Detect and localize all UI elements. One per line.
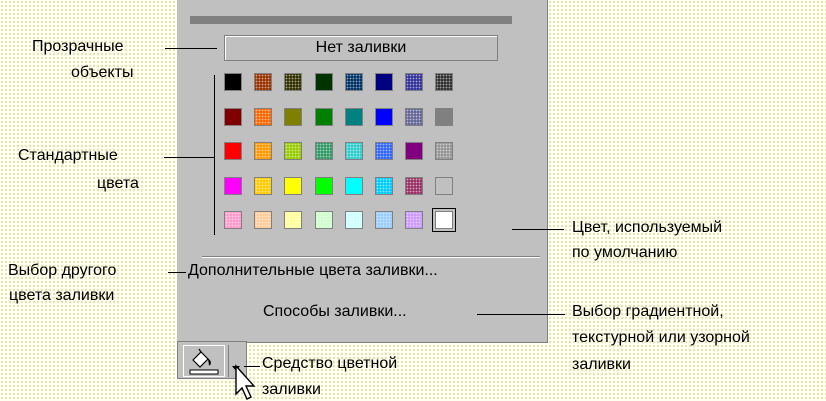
- color-swatch[interactable]: [405, 211, 423, 229]
- color-swatch[interactable]: [284, 142, 302, 160]
- standard-label-1: Стандартные: [18, 147, 118, 164]
- color-swatch[interactable]: [345, 142, 363, 160]
- color-swatch[interactable]: [284, 177, 302, 195]
- color-swatch[interactable]: [224, 177, 242, 195]
- standard-label-2: цвета: [97, 175, 139, 192]
- fill-effects-note-1: Выбор градиентной,: [572, 303, 724, 320]
- color-swatch[interactable]: [224, 108, 242, 126]
- color-swatch[interactable]: [284, 73, 302, 91]
- panel-drag-bar[interactable]: [190, 16, 512, 24]
- no-fill-label: Нет заливки: [315, 39, 407, 56]
- color-swatch[interactable]: [315, 177, 333, 195]
- fill-tool-label-1: Средство цветной: [262, 355, 398, 372]
- mouse-cursor-icon: [235, 364, 256, 400]
- standard-bracket-line: [214, 75, 215, 235]
- color-swatch[interactable]: [315, 108, 333, 126]
- default-color-label-2: по умолчанию: [572, 244, 678, 261]
- color-swatch[interactable]: [254, 177, 272, 195]
- fill-effects-callout-line: [477, 314, 565, 315]
- more-fill-colors-label: Дополнительные цвета заливки...: [188, 262, 438, 279]
- default-color-label-1: Цвет, используемый: [572, 219, 723, 236]
- color-swatch[interactable]: [435, 108, 453, 126]
- color-swatch[interactable]: [435, 142, 453, 160]
- color-swatch[interactable]: [315, 142, 333, 160]
- color-swatch[interactable]: [345, 211, 363, 229]
- color-swatch[interactable]: [432, 208, 456, 232]
- color-swatch[interactable]: [254, 211, 272, 229]
- color-swatch[interactable]: [345, 177, 363, 195]
- color-swatch[interactable]: [345, 108, 363, 126]
- other-color-callout-line: [168, 272, 186, 273]
- color-swatch[interactable]: [224, 73, 242, 91]
- color-swatch[interactable]: [375, 177, 393, 195]
- color-swatch[interactable]: [315, 73, 333, 91]
- fill-effects-note-2: текстурной или узорной: [572, 329, 750, 346]
- fill-tool-label-2: заливки: [262, 381, 321, 398]
- color-swatch[interactable]: [224, 211, 242, 229]
- more-fill-colors-item[interactable]: Дополнительные цвета заливки...: [188, 262, 438, 280]
- fill-effects-note-3: заливки: [572, 356, 631, 373]
- color-swatch[interactable]: [435, 177, 453, 195]
- color-swatch[interactable]: [375, 108, 393, 126]
- color-swatch[interactable]: [254, 108, 272, 126]
- transparent-label-2: объекты: [71, 64, 134, 81]
- color-swatch[interactable]: [254, 142, 272, 160]
- fill-effects-label: Способы заливки...: [263, 303, 407, 320]
- color-swatch[interactable]: [254, 73, 272, 91]
- color-swatch[interactable]: [375, 211, 393, 229]
- standard-callout-line: [164, 157, 214, 158]
- fill-effects-item[interactable]: Способы заливки...: [263, 303, 407, 321]
- color-swatch[interactable]: [405, 142, 423, 160]
- menu-separator: [202, 256, 540, 258]
- color-swatch[interactable]: [315, 211, 333, 229]
- color-swatch[interactable]: [375, 73, 393, 91]
- color-swatch[interactable]: [405, 73, 423, 91]
- color-swatch[interactable]: [435, 73, 453, 91]
- paint-bucket-icon[interactable]: [183, 345, 225, 377]
- color-swatch[interactable]: [375, 142, 393, 160]
- no-fill-button[interactable]: Нет заливки: [224, 35, 498, 61]
- color-swatch[interactable]: [284, 211, 302, 229]
- color-swatch[interactable]: [284, 108, 302, 126]
- default-color-callout-line: [512, 229, 564, 230]
- other-color-label-1: Выбор другого: [8, 262, 117, 279]
- color-swatch[interactable]: [345, 73, 363, 91]
- color-swatch[interactable]: [405, 177, 423, 195]
- transparent-label-1: Прозрачные: [32, 38, 124, 55]
- color-swatch[interactable]: [224, 142, 242, 160]
- other-color-label-2: цвета заливки: [9, 287, 115, 304]
- fill-tool-callout-line: [244, 366, 260, 367]
- transparent-callout-line: [165, 48, 217, 49]
- color-swatch[interactable]: [405, 108, 423, 126]
